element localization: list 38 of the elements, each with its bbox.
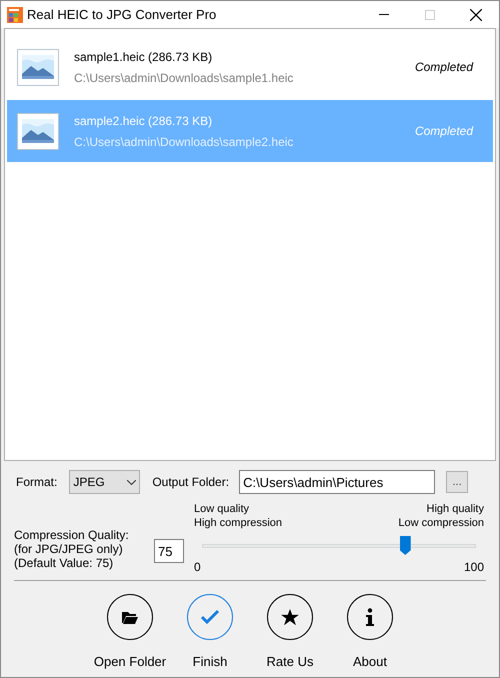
status-text: Completed [414, 59, 473, 76]
browse-button[interactable]: ... [446, 471, 468, 493]
high-quality-label: Low compression [398, 516, 484, 530]
action-button[interactable]: Finish [170, 594, 250, 672]
info-icon [365, 608, 375, 626]
checkmark-icon [201, 609, 219, 625]
close-icon [470, 8, 482, 20]
star-icon [281, 608, 299, 626]
window-title: Real HEIC to JPG Converter Pro [27, 6, 216, 24]
low-quality-label: High compression [194, 516, 282, 530]
output-folder-field[interactable]: C:\Users\admin\Pictures [239, 470, 436, 494]
action-button[interactable]: Open Folder [90, 594, 170, 672]
high-quality-label: High quality [426, 502, 484, 516]
action-button[interactable]: About [330, 594, 410, 672]
action-button[interactable]: Rate Us [250, 594, 330, 672]
format-dropdown[interactable]: JPEG [69, 470, 140, 494]
image-icon [17, 112, 59, 150]
compression-quality-label: Compression Quality: [14, 528, 130, 542]
format-label: Format: [16, 474, 58, 491]
output-folder-label: Output Folder: [152, 474, 230, 491]
chevron-down-icon [127, 480, 136, 484]
image-icon [17, 48, 59, 86]
compression-quality-label: (Default Value: 75) [14, 556, 114, 570]
file-path: C:\Users\admin\Downloads\sample1.heic [74, 70, 294, 86]
maximize-icon [425, 10, 435, 20]
slider-max-label: 100 [464, 560, 484, 574]
folder-icon [122, 610, 138, 624]
slider-min-label: 0 [194, 560, 201, 574]
slider-thumb[interactable] [400, 536, 411, 555]
file-name: sample1.heic (286.73 KB) [74, 48, 214, 66]
status-text: Completed [414, 123, 473, 140]
low-quality-label: Low quality [194, 502, 250, 516]
file-path: C:\Users\admin\Downloads\sample2.heic [74, 134, 294, 150]
minimize-icon [379, 14, 389, 15]
compression-quality-label: (for JPG/JPEG only) [14, 542, 124, 556]
app-icon [7, 6, 23, 22]
quality-field[interactable]: 75 [154, 539, 184, 563]
file-name: sample2.heic (286.73 KB) [74, 112, 214, 130]
